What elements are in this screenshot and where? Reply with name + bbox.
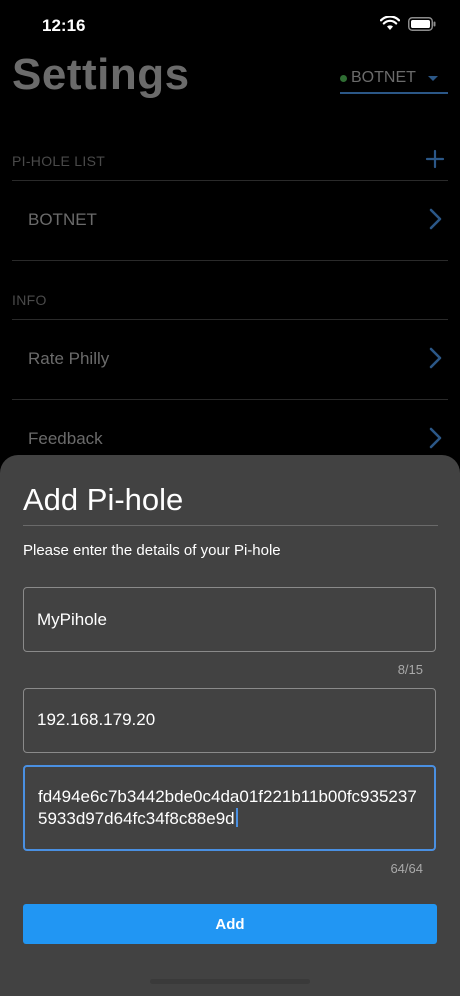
text-caret: [235, 808, 238, 827]
api-token-field-value: fd494e6c7b3442bde0c4da01f221b11b00fc9352…: [38, 787, 417, 828]
chevron-right-icon: [429, 427, 442, 449]
add-pihole-sheet: Add Pi-hole Please enter the details of …: [0, 455, 460, 996]
divider: [12, 260, 448, 261]
list-item-label: Rate Philly: [28, 349, 110, 368]
server-selector-label: BOTNET: [351, 69, 416, 86]
sheet-divider: [23, 525, 438, 526]
home-indicator: [150, 979, 310, 984]
list-item-rate[interactable]: Rate Philly: [12, 319, 448, 399]
page-title: Settings: [12, 50, 190, 99]
add-icon[interactable]: [424, 148, 446, 170]
name-field[interactable]: MyPihole: [23, 587, 436, 652]
server-selector[interactable]: BOTNET: [340, 64, 448, 94]
add-button[interactable]: Add: [23, 904, 437, 944]
list-item-botnet[interactable]: BOTNET: [12, 180, 448, 260]
sheet-subtitle: Please enter the details of your Pi-hole: [23, 542, 281, 559]
server-status-dot: [340, 74, 347, 82]
api-token-field[interactable]: fd494e6c7b3442bde0c4da01f221b11b00fc9352…: [23, 765, 436, 851]
api-token-field-text: fd494e6c7b3442bde0c4da01f221b11b00fc9352…: [38, 786, 426, 830]
chevron-right-icon: [429, 347, 442, 369]
section-header-pihole-list: PI-HOLE LIST: [12, 153, 106, 169]
name-field-value: MyPihole: [37, 610, 107, 629]
section-header-info: INFO: [12, 292, 47, 308]
list-item-label: BOTNET: [28, 210, 97, 229]
list-item-label: Feedback: [28, 429, 103, 448]
address-field[interactable]: 192.168.179.20: [23, 688, 436, 753]
name-field-counter: 8/15: [397, 662, 423, 677]
chevron-right-icon: [429, 208, 442, 230]
address-field-value: 192.168.179.20: [37, 710, 156, 729]
dropdown-caret-icon: [427, 75, 438, 81]
api-token-field-counter: 64/64: [390, 861, 423, 876]
sheet-title: Add Pi-hole: [23, 482, 184, 517]
